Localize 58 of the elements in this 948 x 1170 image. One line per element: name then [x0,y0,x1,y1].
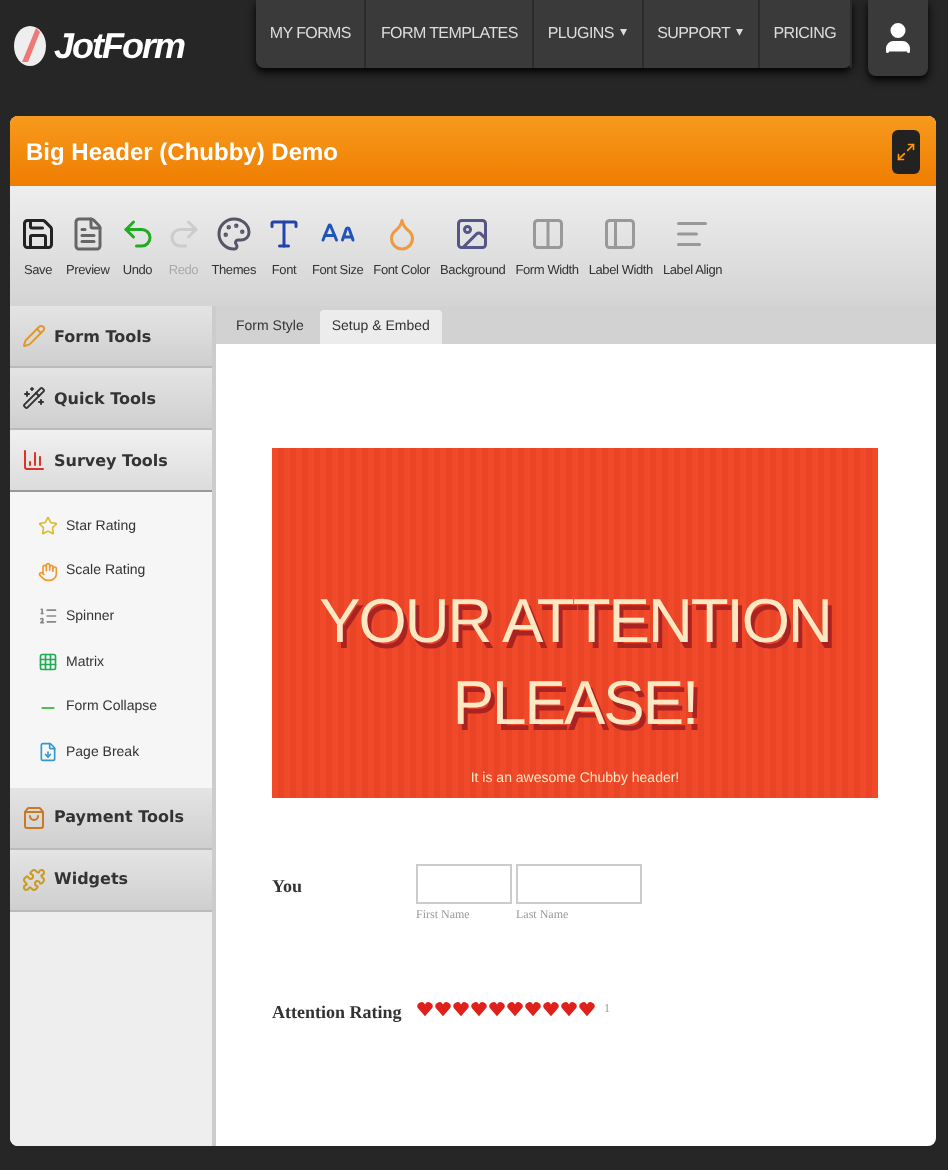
sidebar-section[interactable]: Quick Tools [10,368,212,430]
window-title: Big Header (Chubby) Demo [26,137,339,165]
field-label: You [272,874,305,900]
sidebar-section[interactable]: Payment Tools [10,787,212,850]
sidebar-section[interactable]: Widgets [10,849,212,912]
palette-icon [215,215,252,251]
nav-link[interactable]: PRICING [759,0,852,68]
section-label: Form Tools [54,327,152,345]
heart-icon[interactable] [434,998,452,1020]
field-label: Attention Rating [272,1000,404,1022]
section-label: Widgets [54,870,129,889]
nav-label: SUPPORT [657,24,731,42]
heart-icon[interactable] [470,998,488,1020]
user-button[interactable] [868,0,928,76]
heart-icon[interactable] [488,998,506,1020]
input-field[interactable] [516,864,642,904]
section-label: Quick Tools [54,389,156,407]
image-icon [454,215,491,251]
maximize-button[interactable] [892,129,920,173]
nav-label: MY FORMS [269,24,351,42]
hand-icon [38,561,58,582]
puzzle-icon [22,867,46,892]
star-icon [38,516,58,537]
letter-icon [266,215,302,251]
user-icon [880,18,916,58]
document-icon [69,215,106,251]
nav-label: PLUGINS [547,24,614,42]
header-title: YOUR ATTENTION PLEASE! [317,584,833,742]
heart-icon[interactable] [542,998,560,1020]
heart-icon[interactable] [416,998,434,1020]
section-label: Payment Tools [54,808,184,827]
heart-icon[interactable] [452,998,470,1020]
wand-icon [22,386,46,410]
nav-link[interactable]: FORM TEMPLATES [366,0,534,68]
columns-icon [529,215,566,251]
undo-icon [119,215,156,251]
heart-icon[interactable] [506,998,524,1020]
logo-icon [12,24,48,68]
nav-label: PRICING [773,24,836,42]
maximize-icon [896,141,916,161]
nav-label: FORM TEMPLATES [380,24,518,42]
pencil-icon [22,324,46,348]
heart-icon[interactable] [524,998,542,1020]
bar-chart-icon [22,448,46,472]
bag-icon [22,805,46,830]
save-icon [20,215,56,251]
input-field[interactable] [416,864,512,904]
grid-icon [38,652,58,673]
heart-icon[interactable] [560,998,578,1020]
file-down-icon [38,742,58,763]
nav-link[interactable]: MY FORMS [255,0,367,68]
panel-icon [602,215,639,251]
logo-text[interactable]: JotForm [54,25,184,67]
section-label: Survey Tools [54,451,168,469]
sidebar-section[interactable]: Form Tools [10,306,212,368]
redo-icon [165,215,202,251]
heart-icon[interactable] [578,998,596,1020]
list-icon [38,606,58,627]
